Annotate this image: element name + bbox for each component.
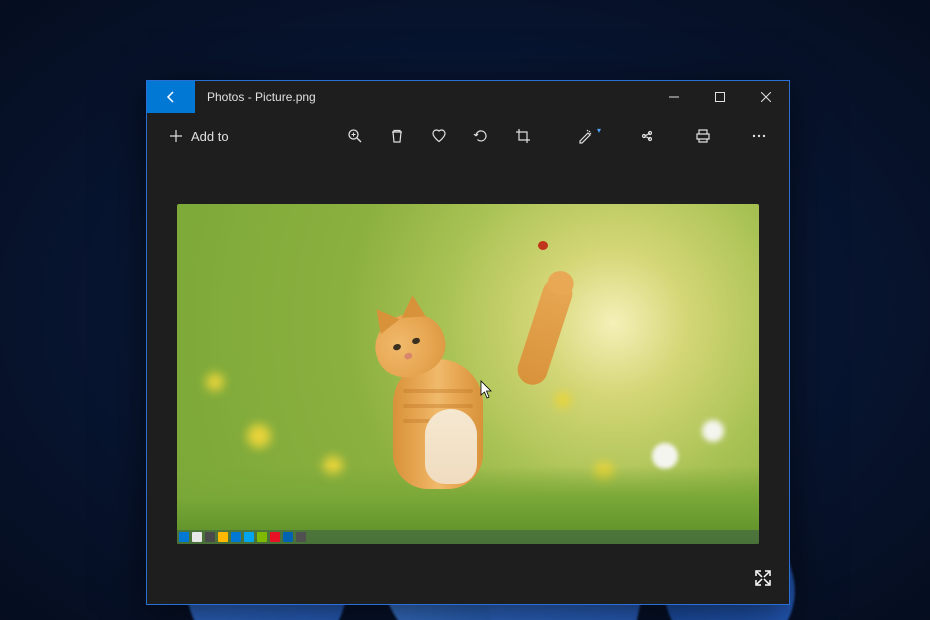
- image-viewport[interactable]: [147, 159, 789, 604]
- share-icon: [639, 128, 655, 144]
- maximize-button[interactable]: [697, 81, 743, 113]
- plus-icon: [169, 129, 183, 143]
- photos-app-window: Photos - Picture.png Add to: [146, 80, 790, 605]
- print-button[interactable]: [685, 118, 721, 154]
- window-title: Photos - Picture.png: [195, 90, 651, 104]
- zoom-icon: [347, 128, 363, 144]
- fullscreen-button[interactable]: [745, 560, 781, 596]
- edit-button[interactable]: ▾: [567, 118, 603, 154]
- zoom-button[interactable]: [337, 118, 373, 154]
- minimize-icon: [669, 92, 679, 102]
- add-to-button[interactable]: Add to: [159, 123, 239, 150]
- share-button[interactable]: [629, 118, 665, 154]
- rotate-button[interactable]: [463, 118, 499, 154]
- more-button[interactable]: [741, 118, 777, 154]
- titlebar: Photos - Picture.png: [147, 81, 789, 113]
- heart-icon: [431, 128, 447, 144]
- favorite-button[interactable]: [421, 118, 457, 154]
- displayed-image: [177, 204, 759, 544]
- crop-icon: [515, 128, 531, 144]
- trash-icon: [389, 128, 405, 144]
- image-embedded-taskbar: [177, 530, 759, 544]
- crop-button[interactable]: [505, 118, 541, 154]
- back-arrow-icon: [163, 89, 179, 105]
- close-icon: [761, 92, 771, 102]
- minimize-button[interactable]: [651, 81, 697, 113]
- back-button[interactable]: [147, 81, 195, 113]
- delete-button[interactable]: [379, 118, 415, 154]
- toolbar-actions: ▾: [337, 118, 777, 154]
- more-icon: [751, 128, 767, 144]
- rotate-icon: [473, 128, 489, 144]
- close-button[interactable]: [743, 81, 789, 113]
- toolbar: Add to ▾: [147, 113, 789, 159]
- print-icon: [695, 128, 711, 144]
- maximize-icon: [715, 92, 725, 102]
- fullscreen-icon: [754, 569, 772, 587]
- add-to-label: Add to: [191, 129, 229, 144]
- window-controls: [651, 81, 789, 113]
- chevron-down-icon: ▾: [597, 126, 601, 135]
- edit-magic-icon: [577, 128, 593, 144]
